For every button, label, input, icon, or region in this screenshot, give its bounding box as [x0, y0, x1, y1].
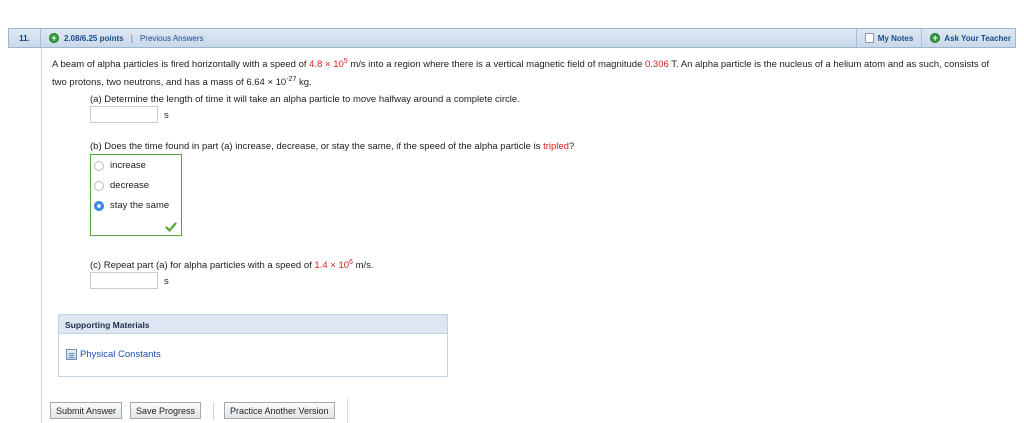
part-b-highlight: tripled	[543, 141, 569, 152]
stem-text-2: m/s into a region where there is a verti…	[347, 59, 645, 70]
stem-field-value: 0.306	[645, 59, 669, 70]
choice-increase[interactable]: increase	[94, 160, 146, 171]
part-c-question: (c) Repeat part (a) for alpha particles …	[90, 259, 374, 271]
submit-answer-button[interactable]: Submit Answer	[50, 402, 123, 419]
save-progress-button[interactable]: Save Progress	[130, 402, 202, 419]
stem-text-4: kg.	[296, 77, 312, 88]
choice-decrease[interactable]: decrease	[94, 180, 149, 191]
notepad-icon	[864, 33, 874, 43]
ask-teacher-button[interactable]: + Ask Your Teacher	[921, 29, 1015, 47]
radio-stay-the-same[interactable]	[94, 200, 104, 211]
header-actions: My Notes + Ask Your Teacher	[855, 29, 1015, 47]
choice-stay-the-same[interactable]: stay the same	[94, 200, 169, 211]
expand-plus-icon[interactable]: +	[49, 33, 59, 43]
my-notes-label: My Notes	[877, 33, 914, 43]
question-header: 11. + 2.08/6.25 points | Previous Answer…	[8, 28, 1016, 48]
part-b-text-1: (b) Does the time found in part (a) incr…	[90, 141, 544, 152]
stem-speed-times: × 10	[322, 59, 344, 70]
part-c-text-1: (c) Repeat part (a) for alpha particles …	[90, 260, 315, 271]
choice-decrease-label: decrease	[110, 180, 150, 191]
button-separator	[213, 402, 214, 420]
stem-speed: 4.8 × 105	[309, 58, 348, 70]
stem-mass-exponent: -27	[286, 76, 297, 83]
physical-constants-link[interactable]: Physical Constants	[80, 349, 161, 360]
points-area: + 2.08/6.25 points | Previous Answers	[49, 33, 204, 43]
part-a-answer-input[interactable]	[90, 106, 158, 123]
part-b-question: (b) Does the time found in part (a) incr…	[90, 141, 574, 152]
question-number: 11.	[9, 29, 41, 47]
correct-check-icon	[165, 222, 177, 232]
part-a-question: (a) Determine the length of time it will…	[90, 94, 520, 105]
part-c-speed-mantissa: 1.4	[314, 260, 328, 271]
my-notes-button[interactable]: My Notes	[855, 29, 922, 47]
stem-text-1: A beam of alpha particles is fired horiz…	[52, 59, 310, 70]
choice-stay-the-same-label: stay the same	[110, 200, 170, 211]
footer-divider-line	[347, 398, 348, 423]
supporting-materials-title: Supporting Materials	[59, 315, 447, 334]
supporting-materials-panel: Supporting Materials Physical Constants	[58, 314, 448, 377]
part-c-text-2: m/s.	[352, 260, 374, 271]
practice-another-version-button[interactable]: Practice Another Version	[224, 402, 335, 419]
radio-increase[interactable]	[94, 160, 104, 171]
part-c-speed: 1.4 × 106	[314, 259, 353, 271]
ask-plus-icon: +	[930, 33, 941, 43]
stem-speed-mantissa: 4.8	[309, 59, 323, 70]
previous-answers-link[interactable]: Previous Answers	[140, 34, 204, 43]
part-a-unit: s	[164, 110, 169, 121]
choice-increase-label: increase	[110, 160, 146, 171]
document-icon	[66, 349, 77, 360]
part-c-speed-times: × 10	[327, 260, 350, 271]
physical-constants-item[interactable]: Physical Constants	[66, 349, 161, 360]
header-separator: |	[130, 33, 133, 43]
part-b-text-2: ?	[568, 141, 575, 152]
radio-decrease[interactable]	[94, 180, 104, 191]
points-score: 2.08/6.25 points	[64, 33, 124, 43]
part-b-choices: increase decrease stay the same	[90, 154, 182, 236]
part-c-answer-input[interactable]	[90, 272, 158, 289]
part-c-unit: s	[164, 276, 169, 287]
question-stem: A beam of alpha particles is fired horiz…	[52, 56, 992, 92]
question-body: A beam of alpha particles is fired horiz…	[41, 48, 1016, 423]
ask-teacher-label: Ask Your Teacher	[944, 33, 1011, 43]
